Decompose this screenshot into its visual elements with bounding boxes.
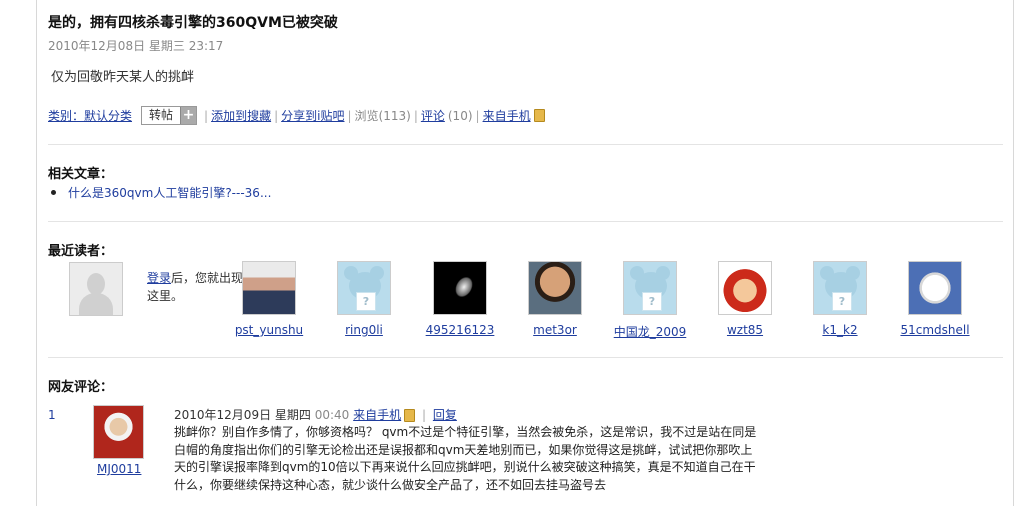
comment-body: 挑衅你？别自作多情了，你够资格吗？ qvm不过是个特征引擎，当然会被免杀，这是常… (174, 424, 764, 494)
reader-name-link[interactable]: 495216123 (426, 323, 495, 337)
comment-line: 白帽的角度指出你们的引擎无论检出还是误报都和qvm天差地别而已，如果你觉得这是挑… (174, 442, 753, 457)
view-count: 浏览(113) (354, 109, 411, 123)
comment-from-mobile-link[interactable]: 来自手机 (353, 408, 401, 422)
default-bear-avatar-icon[interactable]: ? (623, 261, 677, 315)
post-body: 仅为回敬昨天某人的挑衅 (51, 70, 195, 85)
comments-link[interactable]: 评论 (421, 107, 445, 124)
blog-post-frame: 是的，拥有四核杀毒引擎的360QVM已被突破 2010年12月08日 星期三 2… (36, 0, 1014, 506)
divider (48, 357, 1003, 358)
comment-line: 天的引擎误报率降到qvm的10倍以下再来说什么回应挑衅吧，别说什么被突破这种搞笑… (174, 460, 756, 474)
reader-name-link[interactable]: ring0li (345, 323, 383, 337)
reader-item[interactable]: pst_yunshu (221, 261, 317, 337)
separator: | (475, 108, 480, 123)
reader-avatar[interactable] (528, 261, 582, 315)
commenter-name-link[interactable]: MJ0011 (97, 462, 141, 476)
reader-item[interactable]: ? 中国龙_2009 (602, 261, 698, 340)
reader-name-link[interactable]: met3or (533, 323, 577, 337)
default-bear-avatar-icon[interactable]: ? (813, 261, 867, 315)
related-item: 什么是360qvm人工智能引擎?---36... (51, 184, 271, 201)
reader-item[interactable]: ? ring0li (316, 261, 412, 337)
reader-item[interactable]: 51cmdshell (887, 261, 983, 337)
mobile-phone-icon (533, 109, 545, 122)
comment-date: 2010年12月09日 星期四 (174, 408, 311, 422)
reader-name-link[interactable]: pst_yunshu (235, 323, 303, 337)
zhuantie-button[interactable]: 转帖 + (141, 106, 198, 125)
reader-item[interactable]: ? k1_k2 (792, 261, 888, 337)
reader-item[interactable]: met3or (507, 261, 603, 337)
separator: | (347, 108, 352, 123)
comment-line: 挑衅你？别自作多情了，你够资格吗？ qvm不过是个特征引擎，当然会被免杀，这是常… (174, 425, 757, 439)
share-tieba-link[interactable]: 分享到i贴吧 (281, 107, 344, 124)
from-mobile-link[interactable]: 来自手机 (483, 107, 531, 124)
post-title: 是的，拥有四核杀毒引擎的360QVM已被突破 (48, 15, 338, 31)
login-link[interactable]: 登录 (147, 271, 171, 285)
reader-item[interactable]: 495216123 (412, 261, 508, 337)
zhuantie-label: 转帖 (149, 108, 174, 122)
bullet-icon (51, 190, 56, 195)
reader-name-link[interactable]: 51cmdshell (900, 323, 969, 337)
comment-line: 什么，你要继续保持这种心态，就少谈什么做安全产品了，还不如回去挂马盗号去 (174, 477, 607, 492)
reader-avatar[interactable] (433, 261, 487, 315)
comment-number: 1 (48, 408, 56, 422)
default-bear-avatar-icon[interactable]: ? (337, 261, 391, 315)
related-heading: 相关文章： (48, 167, 114, 182)
comment-header: 2010年12月09日 星期四 00:40 来自手机 | 回复 (174, 406, 457, 423)
separator: | (274, 108, 279, 123)
comments-heading: 网友评论： (48, 380, 114, 395)
reader-item[interactable]: wzt85 (697, 261, 793, 337)
readers-heading: 最近读者： (48, 244, 114, 259)
divider (48, 221, 1003, 222)
comments-count: (10) (447, 108, 473, 123)
reader-name-link[interactable]: k1_k2 (822, 323, 857, 337)
default-avatar (69, 262, 123, 316)
separator: | (204, 108, 209, 123)
mobile-phone-icon (404, 409, 416, 422)
divider (48, 144, 1003, 145)
category-link[interactable]: 类别：默认分类 (48, 107, 132, 124)
reply-link[interactable]: 回复 (433, 408, 457, 422)
post-date: 2010年12月08日 星期三 23:17 (48, 39, 224, 53)
post-meta-bar: 类别：默认分类 转帖 + | 添加到搜藏 | 分享到i贴吧 | 浏览(113) … (48, 106, 545, 125)
user-silhouette-icon (79, 273, 113, 315)
comment-time: 00:40 (314, 408, 350, 422)
reader-avatar[interactable] (908, 261, 962, 315)
add-to-favorites-link[interactable]: 添加到搜藏 (211, 107, 271, 124)
plus-icon: + (180, 107, 197, 124)
reader-avatar[interactable] (242, 261, 296, 315)
related-article-link[interactable]: 什么是360qvm人工智能引擎?---36... (68, 184, 271, 201)
separator: | (413, 108, 418, 123)
commenter-avatar[interactable] (93, 405, 144, 459)
reader-name-link[interactable]: 中国龙_2009 (614, 323, 687, 340)
separator: | (422, 408, 427, 422)
reader-avatar[interactable] (718, 261, 772, 315)
reader-name-link[interactable]: wzt85 (727, 323, 763, 337)
